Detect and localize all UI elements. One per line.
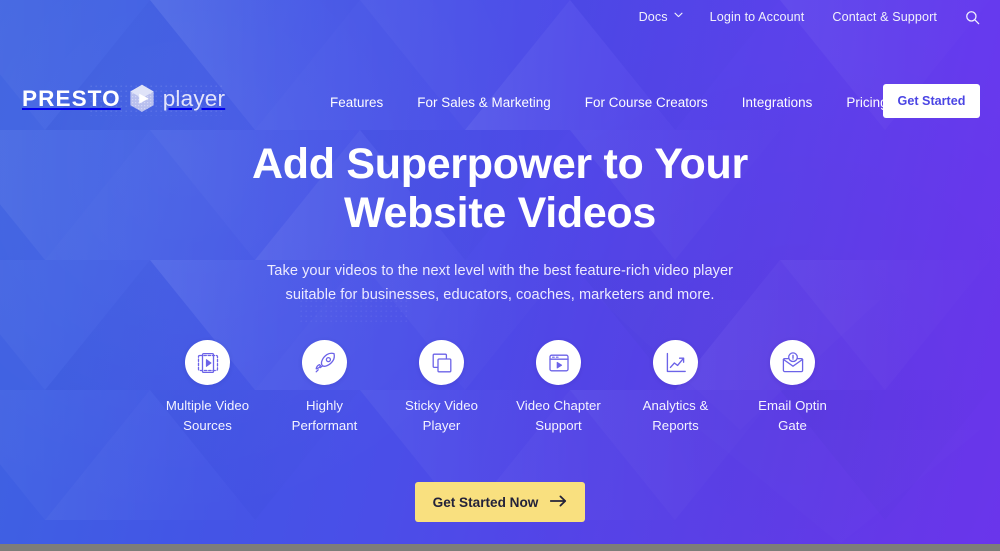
topbar-item-contact[interactable]: Contact & Support <box>832 10 937 24</box>
utility-topbar: Docs Login to Account Contact & Support <box>0 0 1000 34</box>
feature-label-line-1: Analytics & <box>642 398 709 413</box>
feature-label-line-1: Sticky Video <box>405 398 478 413</box>
rocket-icon <box>302 340 347 385</box>
topbar-label-docs: Docs <box>638 10 668 24</box>
get-started-now-button[interactable]: Get Started Now <box>415 482 585 522</box>
feature-highly-performant[interactable]: Highly Performant <box>266 340 383 436</box>
hero-subheading-line-2: suitable for businesses, educators, coac… <box>285 287 715 303</box>
hero-heading-line-2: Website Videos <box>343 189 657 237</box>
feature-multiple-video-sources[interactable]: Multiple Video Sources <box>149 340 266 436</box>
nav-item-for-course-creators[interactable]: For Course Creators <box>585 95 708 110</box>
hero-subheading: Take your videos to the next level with … <box>0 259 1000 307</box>
feature-highlights: Multiple Video Sources Highly Performant <box>0 340 1000 436</box>
feature-label: Analytics & Reports <box>643 396 709 436</box>
stacked-windows-icon <box>419 340 464 385</box>
feature-analytics-reports[interactable]: Analytics & Reports <box>617 340 734 436</box>
feature-label-line-2: Performant <box>291 418 358 433</box>
page-bottom-strip <box>0 544 1000 551</box>
nav-item-pricing[interactable]: Pricing <box>846 95 887 110</box>
feature-video-chapter-support[interactable]: Video Chapter Support <box>500 340 617 436</box>
feature-label: Highly Performant <box>292 396 358 436</box>
feature-label-line-2: Support <box>535 418 582 433</box>
topbar-item-docs[interactable]: Docs <box>638 10 683 24</box>
feature-label: Multiple Video Sources <box>166 396 249 436</box>
feature-label-line-1: Email Optin <box>758 398 827 413</box>
search-icon[interactable] <box>965 10 980 25</box>
video-chapters-icon <box>536 340 581 385</box>
feature-label: Sticky Video Player <box>405 396 478 436</box>
feature-label-line-1: Multiple Video <box>165 398 250 413</box>
brand-logo[interactable]: PRESTO player <box>22 84 225 113</box>
envelope-lock-icon <box>770 340 815 385</box>
chevron-down-icon <box>674 12 683 20</box>
feature-label-line-2: Player <box>422 418 461 433</box>
nav-item-features[interactable]: Features <box>330 95 383 110</box>
feature-label-line-2: Reports <box>652 418 699 433</box>
hero-page: Docs Login to Account Contact & Support … <box>0 0 1000 544</box>
nav-item-integrations[interactable]: Integrations <box>742 95 813 110</box>
hero-heading: Add Superpower to Your Website Videos <box>0 140 1000 238</box>
hero-section: Add Superpower to Your Website Videos Ta… <box>0 140 1000 307</box>
nav-item-for-sales-marketing[interactable]: For Sales & Marketing <box>417 95 551 110</box>
nav-get-started-button[interactable]: Get Started <box>883 84 980 118</box>
presto-play-hexagon-icon <box>129 84 155 113</box>
feature-email-optin-gate[interactable]: Email Optin Gate <box>734 340 851 436</box>
nav-links: Features For Sales & Marketing For Cours… <box>330 95 888 110</box>
topbar-item-login[interactable]: Login to Account <box>710 10 805 24</box>
feature-sticky-video-player[interactable]: Sticky Video Player <box>383 340 500 436</box>
feature-label-line-2: Sources <box>183 418 232 433</box>
feature-label: Email Optin Gate <box>758 396 827 436</box>
cta-label: Get Started Now <box>432 494 539 510</box>
brand-name-presto: PRESTO <box>22 85 121 111</box>
brand-name-player: player <box>162 85 226 111</box>
main-navigation: PRESTO player Features For Sales & Marke… <box>0 34 1000 118</box>
feature-label-line-2: Gate <box>778 418 807 433</box>
feature-label-line-1: Highly <box>306 398 343 413</box>
arrow-right-icon <box>550 495 567 510</box>
hero-heading-line-1: Add Superpower to Your <box>252 140 748 188</box>
line-chart-up-icon <box>653 340 698 385</box>
video-layers-icon <box>185 340 230 385</box>
feature-label: Video Chapter Support <box>516 396 601 436</box>
hero-subheading-line-1: Take your videos to the next level with … <box>266 263 734 279</box>
feature-label-line-1: Video Chapter <box>516 398 601 413</box>
